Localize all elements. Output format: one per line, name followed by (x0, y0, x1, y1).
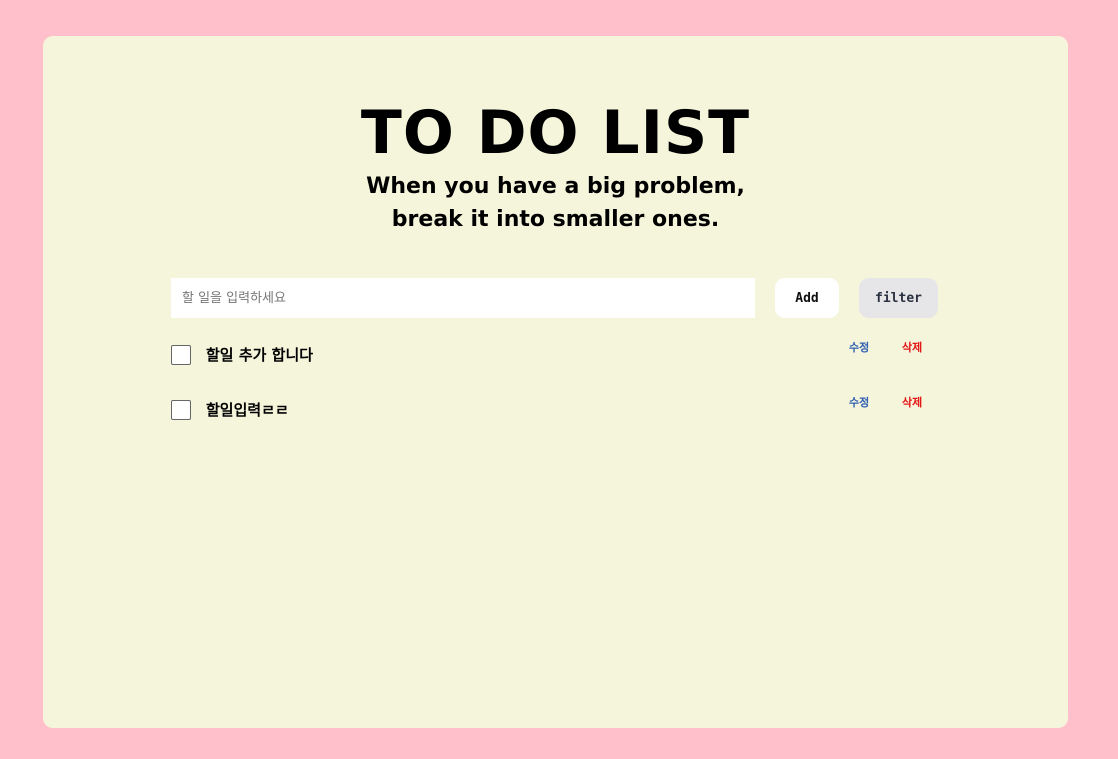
todo-checkbox[interactable] (171, 345, 191, 365)
edit-button[interactable]: 수정 (849, 339, 869, 357)
todo-item: 할일입력ㄹㄹ 수정 삭제 (171, 396, 938, 422)
task-input[interactable] (171, 278, 755, 318)
delete-button[interactable]: 삭제 (902, 339, 922, 357)
page-subtitle: When you have a big problem, break it in… (43, 170, 1068, 236)
delete-button[interactable]: 삭제 (902, 394, 922, 412)
todo-item: 할일 추가 합니다 수정 삭제 (171, 341, 938, 367)
todo-text: 할일 추가 합니다 (206, 346, 314, 364)
edit-button[interactable]: 수정 (849, 394, 869, 412)
subtitle-line-2: break it into smaller ones. (391, 207, 720, 232)
todo-checkbox[interactable] (171, 400, 191, 420)
filter-button[interactable]: filter (859, 278, 938, 318)
todo-card: TO DO LIST When you have a big problem, … (43, 36, 1068, 728)
page-title: TO DO LIST (360, 98, 751, 168)
add-button[interactable]: Add (775, 278, 839, 318)
subtitle-line-1: When you have a big problem, (366, 174, 745, 199)
todo-text: 할일입력ㄹㄹ (206, 401, 289, 419)
